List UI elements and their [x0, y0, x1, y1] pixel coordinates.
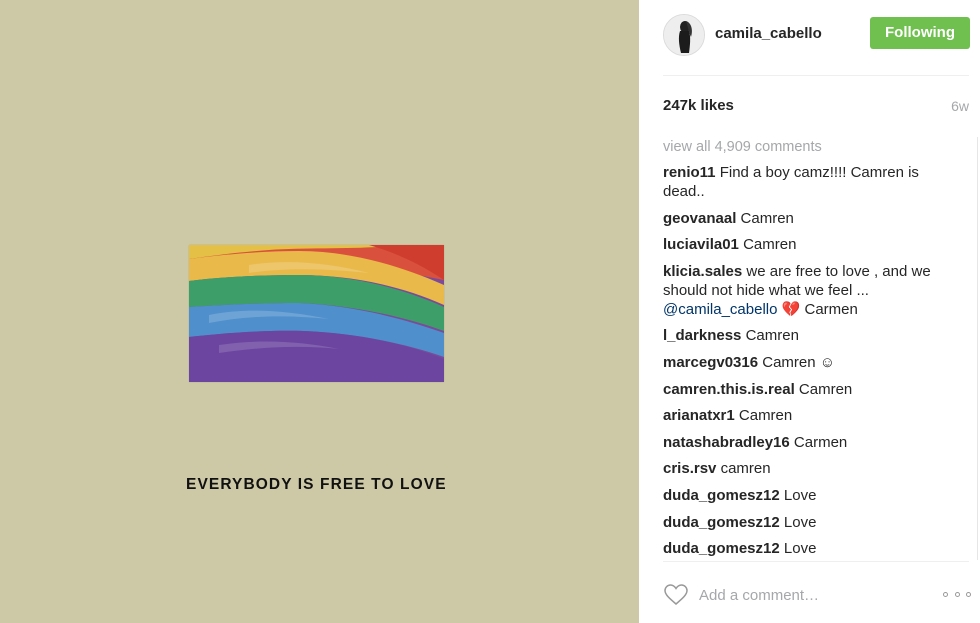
- comment-text: Camren: [743, 236, 797, 254]
- smile-emoji-icon: ☺: [819, 353, 836, 371]
- post-header: camila_cabello Following: [663, 14, 970, 56]
- broken-heart-icon: 💔: [781, 300, 801, 318]
- following-button[interactable]: Following: [870, 17, 970, 49]
- list-item: natashabradley16 Carmen: [663, 433, 958, 452]
- list-item: duda_gomesz12 Love: [663, 539, 958, 558]
- comment-text: Love: [783, 486, 817, 504]
- list-item: klicia.sales we are free to love , and w…: [663, 262, 958, 319]
- user-silhouette-icon: [664, 15, 704, 55]
- likes-count[interactable]: 247k likes: [663, 97, 734, 114]
- comment-username[interactable]: luciavila01: [663, 236, 739, 253]
- comment-username[interactable]: l_darkness: [663, 327, 741, 344]
- more-options-icon[interactable]: [943, 586, 971, 602]
- comments-list: view all 4,909 comments renio11 Find a b…: [663, 137, 958, 560]
- comment-text: Camren: [762, 353, 816, 371]
- comment-text: Love: [783, 540, 817, 558]
- comment-username[interactable]: duda_gomesz12: [663, 487, 780, 504]
- rainbow-flag-image: [189, 245, 444, 382]
- list-item: arianatxr1 Camren: [663, 406, 958, 425]
- comment-text: Carmen: [793, 433, 848, 451]
- comment-text: Love: [783, 513, 817, 531]
- dot-icon: [954, 591, 960, 597]
- list-item: renio11 Find a boy camz!!!! Camren is de…: [663, 163, 958, 201]
- comment-text: Camren: [745, 327, 799, 345]
- comment-username[interactable]: arianatxr1: [663, 407, 735, 424]
- comment-bar: [663, 578, 973, 614]
- post-username[interactable]: camila_cabello: [715, 25, 822, 42]
- comment-text-suffix: Carmen: [804, 300, 858, 318]
- list-item: camren.this.is.real Camren: [663, 380, 958, 399]
- post-sidebar: camila_cabello Following 247k likes 6w v…: [639, 0, 980, 623]
- list-item: duda_gomesz12 Love: [663, 486, 958, 505]
- list-item: cris.rsv camren: [663, 459, 958, 478]
- comment-username[interactable]: renio11: [663, 164, 716, 181]
- comment-text: camren: [720, 460, 771, 478]
- comment-username[interactable]: klicia.sales: [663, 263, 742, 280]
- view-all-comments-link[interactable]: view all 4,909 comments: [663, 137, 958, 163]
- comment-text: Camren: [740, 209, 794, 227]
- divider: [663, 75, 969, 76]
- comment-username[interactable]: natashabradley16: [663, 434, 790, 451]
- post-age[interactable]: 6w: [951, 98, 969, 114]
- list-item: geovanaal Camren: [663, 209, 958, 228]
- add-comment-input[interactable]: [699, 584, 919, 606]
- list-item: luciavila01 Camren: [663, 235, 958, 254]
- dot-icon: [943, 591, 948, 597]
- comments-scrollbar[interactable]: [977, 137, 978, 560]
- divider: [663, 561, 969, 562]
- heart-icon[interactable]: [663, 582, 689, 608]
- comment-mention-link[interactable]: @camila_cabello: [663, 301, 777, 318]
- post-caption-text: EVERYBODY IS FREE TO LOVE: [186, 476, 447, 493]
- post-image: EVERYBODY IS FREE TO LOVE: [0, 0, 639, 623]
- list-item: duda_gomesz12 Love: [663, 513, 958, 532]
- comment-username[interactable]: duda_gomesz12: [663, 540, 780, 557]
- comment-username[interactable]: duda_gomesz12: [663, 514, 780, 531]
- dot-icon: [966, 591, 971, 597]
- comment-text: Camren: [738, 407, 793, 425]
- comment-username[interactable]: geovanaal: [663, 210, 736, 227]
- comment-username[interactable]: camren.this.is.real: [663, 381, 795, 398]
- comment-username[interactable]: cris.rsv: [663, 460, 716, 477]
- comment-text: Camren: [798, 380, 853, 398]
- comment-username[interactable]: marcegv0316: [663, 354, 758, 371]
- list-item: marcegv0316 Camren ☺: [663, 353, 958, 372]
- list-item: l_darkness Camren: [663, 326, 958, 345]
- avatar[interactable]: [663, 14, 705, 56]
